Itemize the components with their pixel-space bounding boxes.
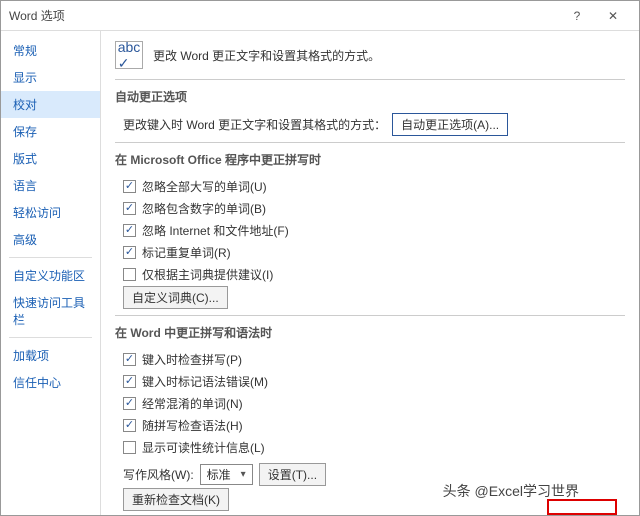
checkbox-confused-words[interactable] <box>123 397 136 410</box>
annotation-highlight <box>547 499 617 515</box>
section-autocorrect-title: 自动更正选项 <box>115 86 625 111</box>
label: 忽略 Internet 和文件地址(F) <box>142 222 289 239</box>
sidebar-item-layout[interactable]: 版式 <box>1 145 100 172</box>
custom-dict-button[interactable]: 自定义词典(C)... <box>123 286 228 309</box>
label: 仅根据主词典提供建议(I) <box>142 266 273 283</box>
section-msoffice-title: 在 Microsoft Office 程序中更正拼写时 <box>115 149 625 174</box>
help-button[interactable]: ? <box>559 1 595 31</box>
sidebar-item-general[interactable]: 常规 <box>1 37 100 64</box>
autocorrect-desc: 更改键入时 Word 更正文字和设置其格式的方式： <box>123 116 386 133</box>
label: 随拼写检查语法(H) <box>142 417 243 434</box>
titlebar: Word 选项 ? ✕ <box>1 1 639 31</box>
label: 标记重复单词(R) <box>142 244 231 261</box>
sidebar-item-quick-access[interactable]: 快速访问工具栏 <box>1 289 100 333</box>
sidebar-item-trust[interactable]: 信任中心 <box>1 369 100 396</box>
checkbox-flag-repeated[interactable] <box>123 246 136 259</box>
sidebar-item-advanced[interactable]: 高级 <box>1 226 100 253</box>
sidebar-separator <box>9 337 92 338</box>
sidebar-item-display[interactable]: 显示 <box>1 64 100 91</box>
proofing-icon: abc✓ <box>115 41 143 69</box>
label: 忽略包含数字的单词(B) <box>142 200 266 217</box>
sidebar-item-proofing[interactable]: 校对 <box>1 91 100 118</box>
autocorrect-options-button[interactable]: 自动更正选项(A)... <box>392 113 508 136</box>
sidebar-separator <box>9 257 92 258</box>
checkbox-ignore-uppercase[interactable] <box>123 180 136 193</box>
window-title: Word 选项 <box>9 7 559 24</box>
section-wordspell-title: 在 Word 中更正拼写和语法时 <box>115 322 625 347</box>
sidebar-item-save[interactable]: 保存 <box>1 118 100 145</box>
sidebar-item-ease[interactable]: 轻松访问 <box>1 199 100 226</box>
page-header: 更改 Word 更正文字和设置其格式的方式。 <box>153 47 380 64</box>
checkbox-main-dict-only[interactable] <box>123 268 136 281</box>
label: 显示可读性统计信息(L) <box>142 439 265 456</box>
writing-style-dropdown[interactable]: 标准 <box>200 464 253 485</box>
main-panel: abc✓ 更改 Word 更正文字和设置其格式的方式。 自动更正选项 更改键入时… <box>101 31 639 515</box>
sidebar-item-customize-ribbon[interactable]: 自定义功能区 <box>1 262 100 289</box>
checkbox-check-spelling-type[interactable] <box>123 353 136 366</box>
checkbox-ignore-numbers[interactable] <box>123 202 136 215</box>
checkbox-grammar-with-spelling[interactable] <box>123 419 136 432</box>
close-button[interactable]: ✕ <box>595 1 631 31</box>
settings-button[interactable]: 设置(T)... <box>259 463 326 486</box>
watermark-text: 头条 @Excel学习世界 <box>443 481 579 501</box>
sidebar: 常规 显示 校对 保存 版式 语言 轻松访问 高级 自定义功能区 快速访问工具栏… <box>1 31 101 515</box>
label: 经常混淆的单词(N) <box>142 395 243 412</box>
checkbox-ignore-internet[interactable] <box>123 224 136 237</box>
label: 键入时检查拼写(P) <box>142 351 242 368</box>
sidebar-item-addins[interactable]: 加载项 <box>1 342 100 369</box>
recheck-doc-button[interactable]: 重新检查文档(K) <box>123 488 229 511</box>
label: 键入时标记语法错误(M) <box>142 373 268 390</box>
checkbox-mark-grammar-type[interactable] <box>123 375 136 388</box>
checkbox-readability-stats[interactable] <box>123 441 136 454</box>
sidebar-item-language[interactable]: 语言 <box>1 172 100 199</box>
label: 忽略全部大写的单词(U) <box>142 178 267 195</box>
writing-style-label: 写作风格(W): <box>123 466 194 483</box>
